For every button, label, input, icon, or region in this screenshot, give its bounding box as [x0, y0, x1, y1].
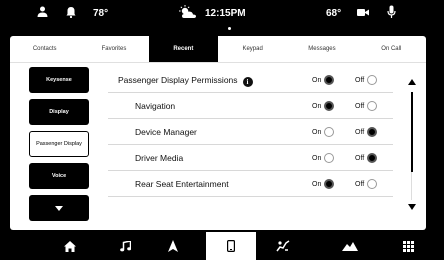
option-on[interactable]: On — [312, 75, 335, 85]
user-icon[interactable] — [37, 6, 48, 18]
phone-settings-panel: Contacts Favorites Recent Keypad Message… — [10, 36, 426, 230]
chevron-down-icon — [55, 205, 63, 211]
radio-selected-icon[interactable] — [324, 75, 335, 85]
off-label: Off — [355, 180, 365, 188]
setting-row-navigation: Navigation On Off — [108, 93, 393, 119]
option-off[interactable]: Off — [355, 101, 378, 111]
option-off[interactable]: Off — [355, 75, 378, 85]
radio-unselected-icon[interactable] — [324, 153, 335, 163]
bell-icon[interactable] — [66, 6, 76, 18]
option-off[interactable]: Off — [355, 127, 378, 137]
sidenav-display[interactable]: Display — [29, 99, 89, 125]
off-label: Off — [355, 76, 365, 84]
radio-selected-icon[interactable] — [324, 101, 335, 111]
microphone-icon[interactable] — [387, 5, 396, 19]
page-indicator-dot — [228, 27, 231, 30]
on-label: On — [312, 76, 322, 84]
tab-keypad[interactable]: Keypad — [218, 36, 287, 62]
scroll-up-icon[interactable] — [408, 79, 416, 85]
on-label: On — [312, 180, 322, 188]
sidenav-more-button[interactable] — [29, 195, 89, 221]
option-on[interactable]: On — [312, 101, 335, 111]
phone-icon[interactable] — [206, 232, 256, 260]
radio-unselected-icon[interactable] — [367, 101, 378, 111]
setting-label: Navigation — [135, 101, 176, 111]
tab-contacts[interactable]: Contacts — [10, 36, 79, 62]
sidenav-passenger-display[interactable]: Passenger Display — [29, 131, 89, 157]
tab-bar: Contacts Favorites Recent Keypad Message… — [10, 36, 426, 63]
setting-label: Device Manager — [135, 127, 197, 137]
option-off[interactable]: Off — [355, 179, 378, 189]
setting-row-permissions: Passenger Display Permissions i On Off — [108, 67, 393, 93]
outside-temperature: 78° — [93, 8, 109, 19]
on-label: On — [312, 154, 322, 162]
option-on[interactable]: On — [312, 127, 335, 137]
off-label: Off — [355, 102, 365, 110]
option-on[interactable]: On — [312, 153, 335, 163]
radio-selected-icon[interactable] — [367, 127, 378, 137]
scrollbar[interactable] — [405, 79, 419, 217]
scroll-thumb[interactable] — [411, 92, 413, 172]
option-off[interactable]: Off — [355, 153, 378, 163]
tab-favorites[interactable]: Favorites — [79, 36, 148, 62]
status-bar: 78° 12:15PM 68° — [0, 0, 444, 30]
on-label: On — [312, 128, 322, 136]
sidenav-voice[interactable]: Voice — [29, 163, 89, 189]
setting-label: Rear Seat Entertainment — [135, 179, 229, 189]
info-icon[interactable]: i — [242, 77, 253, 87]
sidenav-keysense[interactable]: Keysense — [29, 67, 89, 93]
bottom-nav-bar — [0, 232, 444, 260]
radio-selected-icon[interactable] — [367, 153, 378, 163]
tab-recent[interactable]: Recent — [148, 36, 218, 62]
hands-free-icon[interactable] — [258, 232, 308, 260]
tab-messages[interactable]: Messages — [287, 36, 356, 62]
camera-icon[interactable] — [357, 8, 369, 17]
music-icon[interactable] — [100, 232, 150, 260]
navigation-icon[interactable] — [148, 232, 198, 260]
radio-unselected-icon[interactable] — [367, 75, 378, 85]
clock: 12:15PM — [205, 8, 246, 19]
option-on[interactable]: On — [312, 179, 335, 189]
home-icon[interactable] — [45, 232, 95, 260]
weather-icon — [178, 5, 198, 19]
setting-label: Driver Media — [135, 153, 184, 163]
radio-unselected-icon[interactable] — [367, 179, 378, 189]
off-road-icon[interactable] — [325, 232, 375, 260]
on-label: On — [312, 102, 322, 110]
apps-grid-icon[interactable] — [383, 232, 433, 260]
tab-on-call[interactable]: On Call — [357, 36, 426, 62]
setting-row-rear-seat-entertainment: Rear Seat Entertainment On Off — [108, 171, 393, 197]
setting-label: Passenger Display Permissions i — [118, 75, 253, 87]
radio-unselected-icon[interactable] — [324, 127, 335, 137]
scroll-down-icon[interactable] — [408, 204, 416, 210]
permissions-label-text: Passenger Display Permissions — [118, 75, 238, 85]
inside-temperature: 68° — [326, 8, 342, 19]
setting-row-driver-media: Driver Media On Off — [108, 145, 393, 171]
off-label: Off — [355, 128, 365, 136]
off-label: Off — [355, 154, 365, 162]
setting-row-device-manager: Device Manager On Off — [108, 119, 393, 145]
radio-selected-icon[interactable] — [324, 179, 335, 189]
